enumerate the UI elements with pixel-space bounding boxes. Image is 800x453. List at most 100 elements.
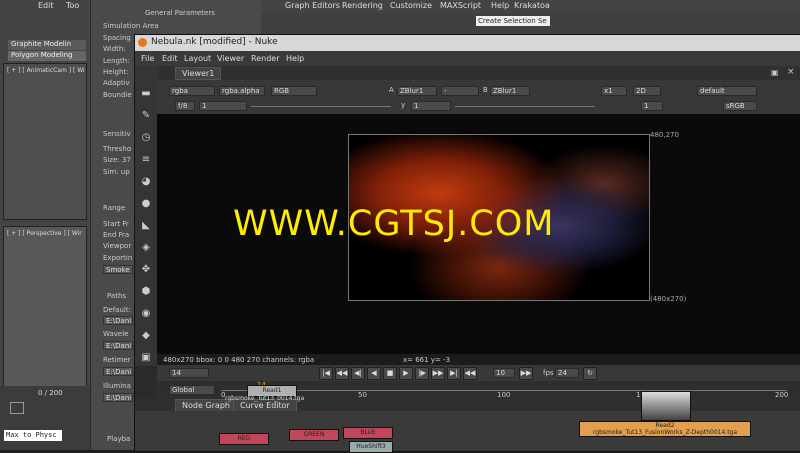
- colorspace-dropdown[interactable]: RGB: [271, 86, 317, 96]
- smoke-dropdown[interactable]: Smoke: [103, 265, 133, 274]
- skip-forward-button[interactable]: ▶▶: [519, 367, 533, 380]
- gain-slider[interactable]: [251, 106, 391, 107]
- image-icon[interactable]: ▬: [140, 88, 152, 100]
- key-icon[interactable]: [10, 402, 24, 414]
- play-backward-button[interactable]: ◀: [367, 367, 381, 380]
- alpha-dropdown[interactable]: rgba.alpha: [219, 86, 265, 96]
- node-hueshift3[interactable]: HueShift3: [349, 441, 393, 453]
- threshold-label: Thresho: [103, 145, 132, 153]
- wavelet-path-field[interactable]: E:\Dani: [103, 341, 133, 350]
- current-frame-field[interactable]: 14: [169, 368, 209, 378]
- gamma-label: y: [401, 101, 406, 109]
- frame-counter: 0 / 200: [38, 389, 63, 397]
- frame-field[interactable]: 1: [641, 101, 663, 111]
- menu-viewer[interactable]: Viewer: [217, 54, 244, 63]
- gamma-slider[interactable]: [455, 106, 595, 107]
- channel-icon[interactable]: ≡: [140, 154, 152, 166]
- lut-default-dropdown[interactable]: default: [697, 86, 757, 96]
- height-label: Height:: [103, 68, 129, 76]
- panel-menu-icon[interactable]: ▣: [771, 68, 779, 77]
- menu-file[interactable]: File: [141, 54, 154, 63]
- metadata-icon[interactable]: ◆: [140, 330, 152, 342]
- composite-op-dropdown[interactable]: -: [441, 86, 479, 96]
- close-icon[interactable]: ×: [787, 67, 795, 77]
- image-info-text: 480x270 bbox: 0 0 480 270 channels: rgba: [163, 356, 315, 364]
- node-green[interactable]: GREEN: [289, 429, 339, 441]
- fstop-dropdown[interactable]: f/8: [175, 101, 195, 111]
- loop-mode-icon[interactable]: ↻: [583, 367, 597, 380]
- draw-icon[interactable]: ✎: [140, 110, 152, 122]
- selection-set-dropdown[interactable]: Create Selection Se: [476, 16, 550, 26]
- lut-dropdown[interactable]: sRGB: [723, 101, 757, 111]
- viewport1-label[interactable]: [ + ] [ AnimaticCam ] [ Wi: [7, 67, 85, 74]
- max-menu-tools[interactable]: Too: [66, 1, 79, 10]
- view-mode-dropdown[interactable]: 2D: [633, 86, 661, 96]
- paths-rollout[interactable]: Paths: [107, 292, 126, 300]
- start-frame-label: Start Fr: [103, 220, 129, 228]
- transform-icon[interactable]: ✥: [140, 264, 152, 276]
- general-parameters-title[interactable]: General Parameters: [145, 9, 215, 17]
- input-a-dropdown[interactable]: ZBlur1: [397, 86, 437, 96]
- menu-edit[interactable]: Edit: [162, 54, 178, 63]
- illumination-path-field[interactable]: E:\Dani: [103, 393, 133, 402]
- tab-viewer1[interactable]: Viewer1: [175, 67, 222, 80]
- playback-rollout[interactable]: Playba: [107, 435, 130, 443]
- next-frame-button[interactable]: |▶: [415, 367, 429, 380]
- last-frame-button[interactable]: ▶|: [447, 367, 461, 380]
- merge-icon[interactable]: ◈: [140, 242, 152, 254]
- prev-frame-button[interactable]: ◀|: [351, 367, 365, 380]
- retimer-path-field[interactable]: E:\Dani: [103, 367, 133, 376]
- max-viewport-perspective[interactable]: [ + ] [ Perspective ] [ Wir: [3, 226, 87, 388]
- increment-field[interactable]: 10: [493, 368, 515, 378]
- maxscript-listener[interactable]: Max to Physc: [4, 430, 62, 441]
- max-menu-rendering[interactable]: Rendering: [342, 1, 383, 10]
- exporting-label: Exportin: [103, 254, 133, 262]
- range-mode-dropdown[interactable]: Global: [169, 385, 215, 395]
- max-menu-maxscript[interactable]: MAXScript: [440, 1, 481, 10]
- graphite-tab[interactable]: Graphite Modelin: [8, 40, 86, 50]
- stop-button[interactable]: ■: [383, 367, 397, 380]
- other-icon[interactable]: ▣: [140, 352, 152, 364]
- illumination-label: Illumina: [103, 382, 131, 390]
- time-icon[interactable]: ◷: [140, 132, 152, 144]
- node-graph[interactable]: Read1 rgbsmoke_Tut13_0014.tga RED GREEN …: [135, 385, 800, 453]
- max-menu-customize[interactable]: Customize: [390, 1, 432, 10]
- max-menu-krakatoa[interactable]: Krakatoa: [514, 1, 550, 10]
- max-viewport-animaticcam[interactable]: [ + ] [ AnimaticCam ] [ Wi: [3, 63, 87, 220]
- play-forward-button[interactable]: ▶: [399, 367, 413, 380]
- range-rollout[interactable]: Range: [103, 204, 125, 212]
- first-frame-button[interactable]: |◀: [319, 367, 333, 380]
- menu-render[interactable]: Render: [251, 54, 279, 63]
- nuke-titlebar[interactable]: Nebula.nk [modified] - Nuke: [135, 35, 800, 51]
- default-path-field[interactable]: E:\Dani: [103, 316, 133, 325]
- prev-keyframe-button[interactable]: ◀◀: [335, 367, 349, 380]
- node-red[interactable]: RED: [219, 433, 269, 445]
- 3d-icon[interactable]: ⬢: [140, 286, 152, 298]
- input-b-dropdown[interactable]: ZBlur1: [490, 86, 530, 96]
- fps-field[interactable]: 24: [555, 368, 579, 378]
- color-icon[interactable]: ◕: [140, 176, 152, 188]
- max-menu-edit[interactable]: Edit: [38, 1, 54, 10]
- views-icon[interactable]: ◉: [140, 308, 152, 320]
- filter-icon[interactable]: ●: [140, 198, 152, 210]
- keyer-icon[interactable]: ◣: [140, 220, 152, 232]
- size-label: Size: 37: [103, 156, 131, 164]
- read1-filename: rgbsmoke_Tut13_0014.tga: [225, 395, 305, 402]
- menu-help[interactable]: Help: [286, 54, 304, 63]
- polygon-modeling-tab[interactable]: Polygon Modeling: [8, 51, 86, 61]
- timeline-tick-200: 200: [775, 391, 789, 399]
- menu-layout[interactable]: Layout: [184, 54, 211, 63]
- viewer-canvas[interactable]: 480,270 (480x270) WWW.CGTSJ.COM: [157, 114, 800, 354]
- skip-back-button[interactable]: ◀◀: [463, 367, 477, 380]
- channels-dropdown[interactable]: rgba: [169, 86, 215, 96]
- next-keyframe-button[interactable]: ▶▶: [431, 367, 445, 380]
- max-menu-graph-editors[interactable]: Graph Editors: [285, 1, 340, 10]
- node-read2[interactable]: Read2 rgbsmoke_Tut13_FusionWorks_Z-Depth…: [579, 421, 751, 437]
- spacing-label: Spacing: [103, 34, 131, 42]
- zoom-dropdown[interactable]: x1: [601, 86, 627, 96]
- gain-field[interactable]: 1: [199, 101, 247, 111]
- viewport2-label[interactable]: [ + ] [ Perspective ] [ Wir: [7, 230, 82, 237]
- gamma-field[interactable]: 1: [411, 101, 451, 111]
- max-menu-help[interactable]: Help: [491, 1, 509, 10]
- node-blue[interactable]: BLUE: [343, 427, 393, 439]
